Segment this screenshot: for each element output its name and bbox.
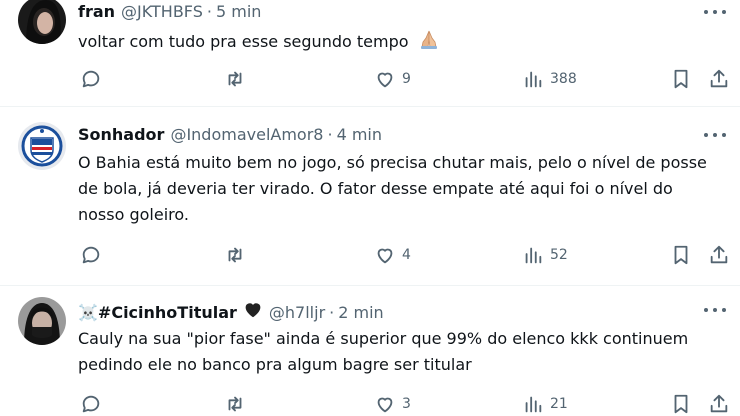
tweet-text-content: voltar com tudo pra esse segundo tempo — [78, 32, 409, 51]
share-icon — [710, 245, 728, 264]
share-icon — [710, 69, 728, 88]
author-name[interactable]: ☠️#CicinhoTitular — [78, 303, 237, 323]
author-name[interactable]: fran — [78, 2, 115, 22]
tweet-text: O Bahia está muito bem no jogo, só preci… — [78, 150, 728, 228]
avatar-sonhador[interactable] — [18, 122, 66, 170]
tweet-1[interactable]: fran @JKTHBFS · 5 min voltar com tudo pr… — [0, 0, 740, 106]
tweet-text: Cauly na sua "pior fase" ainda é superio… — [78, 326, 728, 378]
share-icon — [710, 394, 728, 413]
more-options-icon[interactable] — [704, 125, 726, 145]
more-options-icon[interactable] — [704, 2, 726, 22]
separator-dot: · — [327, 125, 333, 144]
tweet-2[interactable]: Sonhador @IndomavelAmor8 · 4 min O Bahia… — [0, 107, 740, 285]
share-button[interactable] — [708, 243, 730, 267]
separator-dot: · — [329, 303, 335, 322]
share-button[interactable] — [708, 67, 730, 91]
reply-button[interactable] — [80, 392, 102, 416]
author-handle[interactable]: @h7lljr — [269, 303, 325, 323]
tweet-text-line: nosso goleiro. — [78, 205, 189, 224]
tweet-header: fran @JKTHBFS · 5 min — [78, 2, 261, 22]
bookmark-icon — [674, 394, 688, 414]
tweet-3[interactable]: ☠️#CicinhoTitular @h7lljr · 2 min Cauly … — [0, 286, 740, 416]
tweet-actions: 3 21 — [78, 392, 728, 416]
bookmark-button[interactable] — [670, 67, 692, 91]
share-button[interactable] — [708, 392, 730, 416]
heart-icon — [377, 397, 393, 413]
bookmark-button[interactable] — [670, 392, 692, 416]
tweet-text: voltar com tudo pra esse segundo tempo — [78, 28, 728, 58]
reply-button[interactable] — [80, 67, 102, 91]
retweet-icon — [228, 247, 242, 263]
heart-icon — [377, 72, 393, 88]
views-count: 388 — [550, 71, 577, 87]
bookmark-button[interactable] — [670, 243, 692, 267]
views-button[interactable]: 52 — [522, 243, 568, 267]
avatar-image — [18, 297, 66, 345]
views-count: 52 — [550, 247, 568, 263]
avatar-cicinho[interactable] — [18, 297, 66, 345]
retweet-button[interactable] — [224, 67, 246, 91]
views-button[interactable]: 21 — [522, 392, 568, 416]
tweet-text-line: pedindo ele no banco pra algum bagre ser… — [78, 355, 472, 374]
views-button[interactable]: 388 — [522, 67, 577, 91]
author-name[interactable]: Sonhador — [78, 125, 164, 145]
author-handle[interactable]: @IndomavelAmor8 — [170, 125, 323, 145]
tweet-text-line: de bola, já deveria ter virado. O fator … — [78, 179, 673, 198]
views-count: 21 — [550, 396, 568, 412]
bookmark-icon — [674, 69, 688, 89]
tweet-header: Sonhador @IndomavelAmor8 · 4 min — [78, 125, 382, 145]
avatar-fran[interactable] — [18, 0, 66, 44]
more-options-icon[interactable] — [704, 300, 726, 320]
timestamp[interactable]: 5 min — [216, 2, 261, 22]
views-icon — [525, 247, 542, 264]
retweet-button[interactable] — [224, 392, 246, 416]
like-count: 4 — [402, 247, 411, 263]
tweet-text-line: O Bahia está muito bem no jogo, só preci… — [78, 153, 707, 172]
author-handle[interactable]: @JKTHBFS — [121, 2, 203, 22]
retweet-icon — [228, 396, 242, 412]
timestamp[interactable]: 2 min — [338, 303, 383, 323]
tweet-text-line: Cauly na sua "pior fase" ainda é superio… — [78, 329, 689, 348]
reply-icon — [82, 70, 100, 88]
separator-dot: · — [206, 2, 212, 21]
tweet-actions: 9 388 — [78, 67, 728, 91]
views-icon — [525, 71, 542, 88]
timestamp[interactable]: 4 min — [337, 125, 382, 145]
black-heart-icon — [243, 300, 263, 323]
reply-icon — [82, 395, 100, 413]
folded-hands-icon — [418, 28, 440, 58]
like-count: 9 — [402, 71, 411, 87]
views-icon — [525, 396, 542, 413]
bahia-crest-icon — [18, 122, 66, 170]
like-button[interactable]: 4 — [374, 243, 411, 267]
avatar-image — [18, 0, 66, 44]
heart-icon — [377, 248, 393, 264]
retweet-button[interactable] — [224, 243, 246, 267]
retweet-icon — [228, 71, 242, 87]
tweet-header: ☠️#CicinhoTitular @h7lljr · 2 min — [78, 300, 384, 323]
like-button[interactable]: 9 — [374, 67, 411, 91]
like-count: 3 — [402, 396, 411, 412]
bookmark-icon — [674, 245, 688, 265]
reply-icon — [82, 246, 100, 264]
reply-button[interactable] — [80, 243, 102, 267]
tweet-actions: 4 52 — [78, 243, 728, 267]
like-button[interactable]: 3 — [374, 392, 411, 416]
